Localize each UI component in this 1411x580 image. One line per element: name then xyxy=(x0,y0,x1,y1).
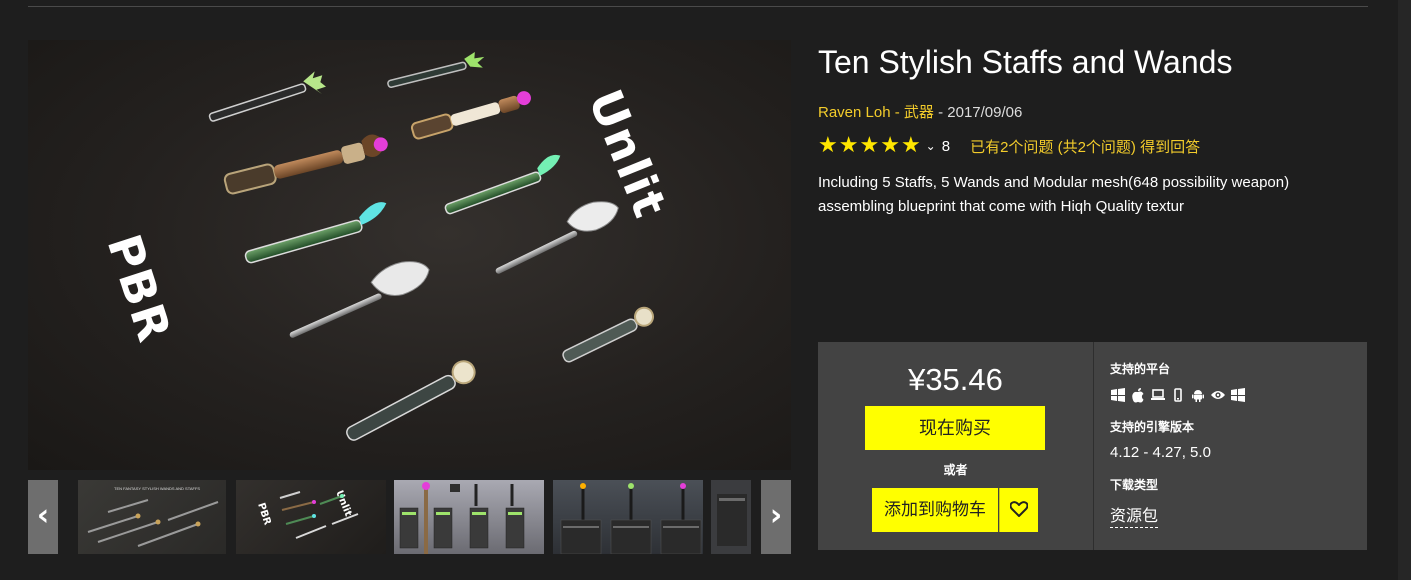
star-icon: ★ xyxy=(900,133,921,158)
star-icon: ★ xyxy=(880,133,900,158)
thumbnail-1[interactable]: TEN FANTASY STYLISH WANDS AND STAFFS xyxy=(78,480,226,554)
scroll-gutter xyxy=(1398,0,1411,580)
purchase-actions: ¥35.46 现在购买 或者 添加到购物车 xyxy=(818,342,1093,550)
platforms-label: 支持的平台 xyxy=(1110,362,1171,376)
thumbnail-2[interactable]: Unlit PBR xyxy=(236,480,386,554)
meta-separator: - xyxy=(890,104,904,121)
thumbnail-1-caption: TEN FANTASY STYLISH WANDS AND STAFFS xyxy=(114,486,200,491)
rating-stars[interactable]: ★ ★ ★ ★ ★ xyxy=(818,135,922,157)
star-icon: ★ xyxy=(838,133,859,158)
apple-icon xyxy=(1130,387,1146,403)
panel-divider xyxy=(1093,342,1094,550)
rating-count: 8 xyxy=(941,137,951,155)
heart-icon xyxy=(1010,501,1028,517)
star-icon: ★ xyxy=(818,133,838,158)
chevron-right-icon: › xyxy=(769,498,783,533)
download-type-label: 下载类型 xyxy=(1110,478,1159,492)
engine-version-label: 支持的引擎版本 xyxy=(1110,420,1195,434)
product-specs: 支持的平台 支持的引擎版本 4.12 - 4.27, 5.0 下载类型 资源包 xyxy=(1110,342,1360,550)
thumbnail-2-caption-b: PBR xyxy=(255,502,273,527)
top-divider xyxy=(28,6,1368,7)
buy-now-button[interactable]: 现在购买 xyxy=(865,406,1045,450)
product-title: Ten Stylish Staffs and Wands xyxy=(818,44,1233,80)
vr-eye-icon xyxy=(1210,387,1226,403)
wishlist-button[interactable] xyxy=(999,488,1038,532)
gallery-next-button[interactable]: › xyxy=(761,480,791,554)
meta-separator: - xyxy=(933,104,948,121)
or-label: 或者 xyxy=(943,463,968,477)
star-icon: ★ xyxy=(859,133,880,158)
hero-image[interactable]: PBR Unlit xyxy=(28,40,791,470)
thumbnail-4[interactable] xyxy=(553,480,703,554)
laptop-icon xyxy=(1150,387,1166,403)
product-meta: Raven Loh - 武器 - 2017/09/06 xyxy=(818,101,1022,122)
download-type[interactable]: 资源包 xyxy=(1110,502,1159,528)
thumbnail-2-caption-a: Unlit xyxy=(333,489,353,518)
thumbnail-5[interactable] xyxy=(711,480,751,554)
gallery-prev-button[interactable]: ‹ xyxy=(28,480,58,554)
questions-link[interactable]: 已有2个问题 (共2个问题) 得到回答 xyxy=(970,136,1200,157)
purchase-panel: ¥35.46 现在购买 或者 添加到购物车 支持的平台 支持的引擎版本 4.12… xyxy=(818,342,1367,550)
thumbnail-3[interactable] xyxy=(394,480,544,554)
thumbnail-strip: ‹ TEN FANTASY STYLISH WANDS AND STAFFS U… xyxy=(28,480,791,554)
author-link[interactable]: Raven Loh xyxy=(818,104,891,121)
product-description: Including 5 Staffs, 5 Wands and Modular … xyxy=(818,174,1290,215)
add-to-cart-button[interactable]: 添加到购物车 xyxy=(872,488,998,532)
chevron-left-icon: ‹ xyxy=(36,498,50,533)
windows-icon xyxy=(1110,387,1126,403)
price: ¥35.46 xyxy=(908,362,1003,397)
windows-store-icon xyxy=(1230,387,1246,403)
mobile-icon xyxy=(1170,387,1186,403)
release-date: 2017/09/06 xyxy=(947,104,1023,121)
rating-row: ★ ★ ★ ★ ★ ⌄ 8 已有2个问题 (共2个问题) 得到回答 xyxy=(818,134,1200,158)
platform-icons xyxy=(1110,387,1250,403)
chevron-down-icon[interactable]: ⌄ xyxy=(926,139,936,153)
category-link[interactable]: 武器 xyxy=(904,104,934,121)
engine-versions: 4.12 - 4.27, 5.0 xyxy=(1110,444,1211,461)
android-icon xyxy=(1190,387,1206,403)
